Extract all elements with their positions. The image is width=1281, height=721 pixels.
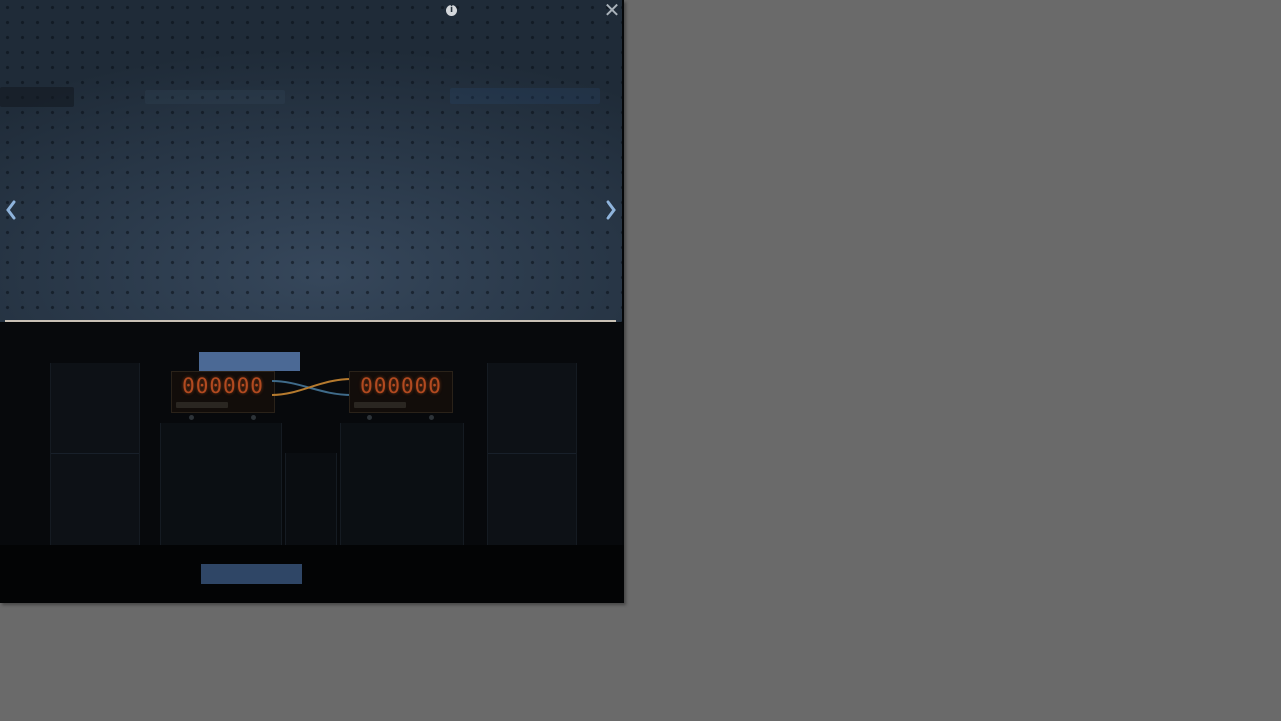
gallery-column [285,453,337,545]
gallery-column [340,423,464,545]
counter-module-right[interactable]: 000000 [349,371,453,420]
thumbnail-gallery: 000000 000000 [0,323,622,545]
counter-digits-left: 000000 [182,374,264,398]
lightbox-modal: i ✕ 000000 000000 [0,0,624,603]
gallery-column [487,363,577,545]
jack-icon [251,415,256,420]
modal-footer [0,545,624,603]
counter-label-strip [176,402,228,408]
chevron-left-icon[interactable] [4,198,18,222]
chevron-right-icon[interactable] [604,198,618,222]
gallery-column [160,423,282,545]
selected-thumbnail-bar[interactable] [199,352,300,371]
preview-area: i ✕ [0,0,622,322]
footer-button[interactable] [201,564,302,584]
faint-caption-left [0,87,74,107]
faint-caption-center [145,90,285,104]
faint-caption-right [450,88,600,104]
jack-icon [189,415,194,420]
patch-cables-icon [271,378,353,396]
progress-line [5,320,616,322]
gallery-column [50,363,140,545]
jack-icon [429,415,434,420]
close-icon[interactable]: ✕ [601,0,623,22]
jack-icon [367,415,372,420]
counter-label-strip [354,402,406,408]
counter-digits-right: 000000 [360,374,442,398]
counter-module-left[interactable]: 000000 [171,371,275,420]
info-icon[interactable]: i [446,5,457,16]
